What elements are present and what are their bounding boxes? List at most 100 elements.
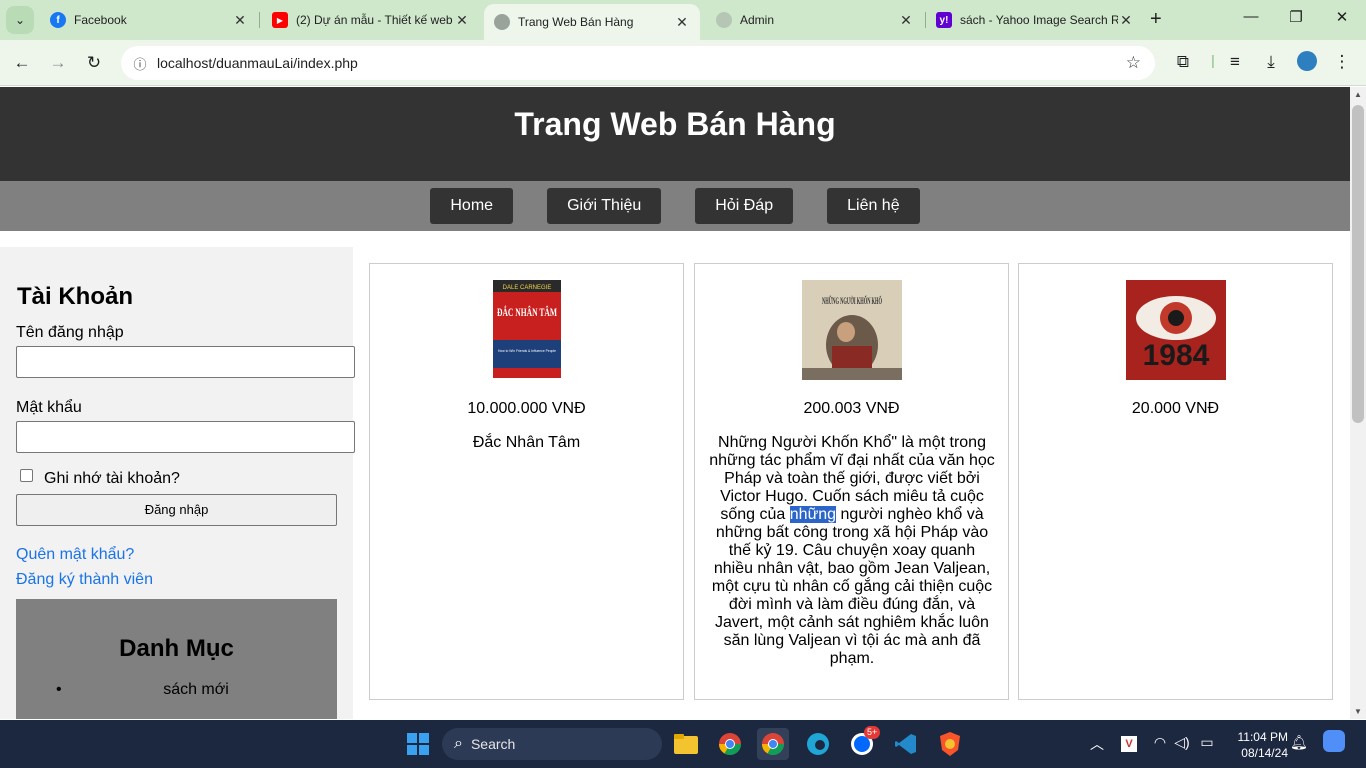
forgot-password-link[interactable]: Quên mật khẩu? [16,546,337,564]
search-icon: ⌕ [454,735,463,752]
cover-title: NHỮNG NGƯỜI KHỐN KHỔ [822,296,882,306]
product-card[interactable]: 1984 20.000 VNĐ [1018,263,1333,700]
username-label: Tên đăng nhập [16,324,124,341]
url-text[interactable]: localhost/duanmauLai/index.php [157,55,358,71]
nav-hoi-dap[interactable]: Hỏi Đáp [695,188,794,224]
page-scrollbar[interactable]: ▲ ▼ [1350,87,1366,719]
download-icon[interactable]: ⤓ [1260,52,1282,72]
chrome-icon[interactable] [714,728,746,760]
search-placeholder: Search [470,736,516,752]
nav-gioi-thieu[interactable]: Giới Thiệu [547,188,662,224]
new-tab-icon[interactable]: + [1150,8,1162,31]
volume-icon[interactable]: ◁) [1174,734,1190,751]
back-icon[interactable]: ← [9,50,35,76]
category-box: Danh Mục sách mới [16,599,337,719]
start-menu-icon[interactable] [402,728,434,760]
reload-icon[interactable]: ↻ [81,50,107,76]
minimize-icon[interactable]: — [1241,8,1261,25]
edge-icon[interactable] [802,728,834,760]
system-clock[interactable]: 11:04 PM 08/14/24 [1226,729,1288,761]
vscode-icon[interactable] [890,728,922,760]
scrollbar-thumb[interactable] [1352,105,1364,423]
notification-bell-icon[interactable]: 🔔︎ [1290,734,1308,751]
extensions-icon[interactable]: ⧉ [1172,52,1194,72]
product-card[interactable]: NHỮNG NGƯỜI KHỐN KHỔ 200.003 VNĐ Những N… [694,263,1009,700]
tab-search-button[interactable]: ⌄ [6,6,34,34]
chrome-icon[interactable] [757,728,789,760]
close-tab-icon[interactable]: ✕ [674,14,690,31]
site-info-icon[interactable]: ⓘ [129,52,151,74]
book-cover-dac-nhan-tam: DALE CARNEGIE ĐẮC NHÂN TÂM How to Win Fr… [492,280,561,378]
tab-facebook[interactable]: f Facebook ✕ [40,6,258,34]
tab-separator [259,12,260,28]
tab-youtube[interactable]: ▶ (2) Dự án mẫu - Thiết kế web ✕ [262,6,480,34]
product-name[interactable]: Đắc Nhân Tâm [370,434,683,452]
product-price: 200.003 VNĐ [803,400,900,417]
close-tab-icon[interactable]: ✕ [1118,12,1134,29]
wifi-icon[interactable]: ◠ [1152,734,1168,751]
product-image[interactable]: NHỮNG NGƯỜI KHỐN KHỔ [695,280,1008,380]
site-header: Trang Web Bán Hàng [0,87,1350,181]
copilot-icon[interactable] [1322,730,1346,755]
yahoo-icon: y! [936,12,952,28]
browser-toolbar: ← → ↻ ⓘ localhost/duanmauLai/index.php ☆… [0,40,1366,86]
globe-icon [716,12,732,28]
tab-trang-web-ban-hang[interactable]: Trang Web Bán Hàng ✕ [484,4,700,40]
browser-menu-icon[interactable]: ⋮ [1331,52,1353,72]
address-bar[interactable]: ⓘ localhost/duanmauLai/index.php ☆ [121,46,1155,80]
notification-badge: 5+ [864,726,881,739]
bookmark-star-icon[interactable]: ☆ [1126,53,1141,73]
site-nav: Home Giới Thiệu Hỏi Đáp Liên hệ [0,181,1350,231]
product-price: 10.000.000 VNĐ [467,400,586,417]
globe-icon [494,14,510,30]
brave-icon[interactable] [934,728,966,760]
nav-lien-he[interactable]: Liên hệ [827,188,920,224]
password-label: Mật khẩu [16,399,82,416]
remember-checkbox[interactable] [20,469,33,482]
chevron-down-icon: ⌄ [14,13,26,27]
web-page: Trang Web Bán Hàng Home Giới Thiệu Hỏi Đ… [0,87,1350,719]
main-content: Tài Khoản Tên đăng nhập Mật khẩu Ghi nhớ… [0,231,1350,719]
tab-yahoo[interactable]: y! sách - Yahoo Image Search R ✕ [926,6,1144,34]
login-button[interactable]: Đăng nhập [16,494,337,526]
forward-icon[interactable]: → [45,50,71,76]
file-explorer-icon[interactable] [670,728,702,760]
battery-icon[interactable]: ▭ [1198,734,1216,751]
tab-admin[interactable]: Admin ✕ [706,6,924,34]
clock-time: 11:04 PM [1237,730,1288,744]
cover-author: DALE CARNEGIE [502,285,551,291]
facebook-icon: f [50,12,66,28]
product-image[interactable]: DALE CARNEGIE ĐẮC NHÂN TÂM How to Win Fr… [370,280,683,378]
windows-taskbar: ⌕ Search 5+ ︿ V ◠ ◁) ▭ 11:04 PM 08/14/24… [0,720,1366,768]
app-tray-icon[interactable]: V [1120,734,1138,752]
register-link[interactable]: Đăng ký thành viên [16,571,337,589]
media-controls-icon[interactable]: ≡ [1224,52,1246,72]
close-tab-icon[interactable]: ✕ [232,12,248,29]
close-window-icon[interactable]: ✕ [1332,8,1352,26]
product-price: 20.000 VNĐ [1131,400,1220,417]
site-title: Trang Web Bán Hàng [514,105,836,142]
taskbar-search[interactable]: ⌕ Search [442,728,662,760]
username-input[interactable] [16,346,355,378]
restore-icon[interactable]: ❐ [1286,8,1306,26]
cover-title: ĐẮC NHÂN TÂM [497,304,557,319]
account-heading: Tài Khoản [17,283,134,310]
nav-home[interactable]: Home [430,188,514,224]
scroll-up-icon[interactable]: ▲ [1350,90,1366,99]
tray-overflow-icon[interactable]: ︿ [1090,734,1104,754]
profile-avatar-icon[interactable] [1296,51,1318,76]
scroll-down-icon[interactable]: ▼ [1350,707,1366,716]
remember-label: Ghi nhớ tài khoản? [44,470,180,487]
cover-subtitle: How to Win Friends & Influence People [498,348,557,353]
book-cover-nhung-nguoi-khon-kho: NHỮNG NGƯỜI KHỐN KHỔ [801,280,902,380]
category-item[interactable]: sách mới [56,681,336,701]
close-tab-icon[interactable]: ✕ [454,12,470,29]
close-tab-icon[interactable]: ✕ [898,12,914,29]
product-image[interactable]: 1984 [1019,280,1332,380]
password-input[interactable] [16,421,355,453]
book-cover-1984: 1984 [1125,280,1226,380]
product-card[interactable]: DALE CARNEGIE ĐẮC NHÂN TÂM How to Win Fr… [369,263,684,700]
zalo-icon[interactable]: 5+ [846,726,881,760]
clock-date: 08/14/24 [1241,746,1288,760]
product-description: Những Người Khốn Khổ" là một trong những… [709,434,995,667]
